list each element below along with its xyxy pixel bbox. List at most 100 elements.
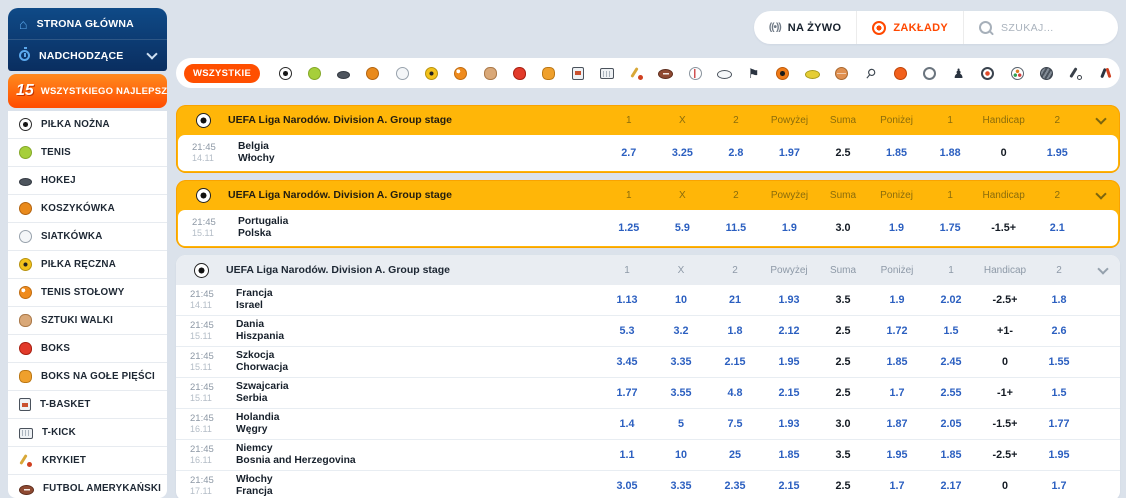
filter-darts-button[interactable] bbox=[979, 64, 997, 82]
odds-button[interactable]: -1+ bbox=[978, 387, 1032, 399]
sidebar-item-boks[interactable]: BOKS bbox=[8, 335, 167, 363]
sidebar-item-krykiet[interactable]: KRYKIET bbox=[8, 447, 167, 475]
filter-chess-button[interactable] bbox=[950, 64, 968, 82]
odds-button[interactable]: 2.5 bbox=[816, 356, 870, 368]
filter-cricket-button[interactable] bbox=[628, 64, 646, 82]
odds-button[interactable]: 10 bbox=[654, 294, 708, 306]
odds-button[interactable]: 3.45 bbox=[600, 356, 654, 368]
odds-button[interactable]: 3.35 bbox=[654, 356, 708, 368]
odds-button[interactable]: 11.5 bbox=[709, 222, 763, 234]
filter-dark-ball-button[interactable] bbox=[1037, 64, 1055, 82]
filter-volleyball-button[interactable] bbox=[393, 64, 411, 82]
odds-button[interactable]: 2.55 bbox=[924, 387, 978, 399]
odds-button[interactable]: 2.1 bbox=[1030, 222, 1084, 234]
sidebar-item-upcoming[interactable]: NADCHODZĄCE bbox=[8, 39, 167, 71]
sidebar-item-home[interactable]: ⌂ STRONA GŁÓWNA bbox=[8, 8, 167, 39]
filter-boxing-button[interactable] bbox=[510, 64, 528, 82]
odds-button[interactable]: 3.25 bbox=[656, 147, 710, 159]
odds-button[interactable]: 1.7 bbox=[870, 480, 924, 492]
sidebar-item-sztuki-walki[interactable]: SZTUKI WALKI bbox=[8, 307, 167, 335]
odds-button[interactable]: 5.9 bbox=[656, 222, 710, 234]
odds-button[interactable]: 1.8 bbox=[1032, 294, 1086, 306]
sidebar-item-pilka-reczna[interactable]: PIŁKA RĘCZNA bbox=[8, 251, 167, 279]
odds-button[interactable]: 2.05 bbox=[924, 418, 978, 430]
match-teams[interactable]: Dania Hiszpania bbox=[226, 319, 600, 344]
odds-button[interactable]: 1.75 bbox=[923, 222, 977, 234]
odds-button[interactable]: 0 bbox=[977, 147, 1031, 159]
filter-ring-button[interactable] bbox=[920, 64, 938, 82]
filter-badminton-button[interactable] bbox=[862, 64, 880, 82]
filter-baseball-button[interactable] bbox=[686, 64, 704, 82]
odds-button[interactable]: 2.45 bbox=[924, 356, 978, 368]
card-collapse-button[interactable] bbox=[1086, 262, 1120, 275]
odds-button[interactable]: 21 bbox=[708, 294, 762, 306]
match-teams[interactable]: Holandia Węgry bbox=[226, 412, 600, 437]
odds-button[interactable]: 1.87 bbox=[870, 418, 924, 430]
live-button[interactable]: ((•)) NA ŻYWO bbox=[754, 11, 856, 44]
odds-button[interactable]: 1.97 bbox=[763, 147, 817, 159]
odds-button[interactable]: 25 bbox=[708, 449, 762, 461]
odds-button[interactable]: +1- bbox=[978, 325, 1032, 337]
filter-american-football-button[interactable] bbox=[657, 64, 675, 82]
odds-button[interactable]: 1.95 bbox=[1030, 147, 1084, 159]
sidebar-item-koszykowka[interactable]: KOSZYKÓWKA bbox=[8, 195, 167, 223]
odds-button[interactable]: 1.7 bbox=[1032, 480, 1086, 492]
odds-button[interactable]: 7.5 bbox=[708, 418, 762, 430]
filter-t-kick-button[interactable] bbox=[598, 64, 616, 82]
odds-button[interactable]: 3.2 bbox=[654, 325, 708, 337]
filter-puck-button[interactable] bbox=[335, 64, 353, 82]
filter-carom-button[interactable] bbox=[1008, 64, 1026, 82]
odds-button[interactable]: 2.17 bbox=[924, 480, 978, 492]
match-row[interactable]: 21:45 15.11 Dania Hiszpania 5.3 3.2 1.8 2.12 2.5… bbox=[176, 315, 1120, 346]
odds-button[interactable]: 1.95 bbox=[762, 356, 816, 368]
odds-button[interactable]: 2.7 bbox=[602, 147, 656, 159]
odds-button[interactable]: 1.5 bbox=[924, 325, 978, 337]
odds-button[interactable]: 1.5 bbox=[1032, 387, 1086, 399]
sidebar-item-futbol-amerykanski[interactable]: FUTBOL AMERYKAŃSKI bbox=[8, 475, 167, 498]
odds-button[interactable]: 3.05 bbox=[600, 480, 654, 492]
match-teams[interactable]: Portugalia Polska bbox=[228, 216, 602, 241]
odds-button[interactable]: 1.93 bbox=[762, 418, 816, 430]
odds-button[interactable]: 1.85 bbox=[870, 147, 924, 159]
filter-tennis-button[interactable] bbox=[305, 64, 323, 82]
sidebar-item-siatkowka[interactable]: SIATKÓWKA bbox=[8, 223, 167, 251]
sidebar-item-boks-na-gole-piesci[interactable]: BOKS NA GOŁE PIĘŚCI bbox=[8, 363, 167, 391]
filter-rugby-button[interactable] bbox=[715, 64, 733, 82]
sidebar-item-pilka-nozna[interactable]: PIŁKA NOŻNA bbox=[8, 111, 167, 139]
odds-button[interactable]: 3.5 bbox=[816, 449, 870, 461]
match-teams[interactable]: Szkocja Chorwacja bbox=[226, 350, 600, 375]
sidebar-item-best-of-all[interactable]: 15 WSZYSTKIEGO NAJLEPSZE bbox=[8, 74, 167, 108]
odds-button[interactable]: 2.02 bbox=[924, 294, 978, 306]
filter-athletics-button[interactable] bbox=[1096, 64, 1114, 82]
odds-button[interactable]: 2.5 bbox=[816, 480, 870, 492]
odds-button[interactable]: 2.6 bbox=[1032, 325, 1086, 337]
match-teams[interactable]: Francja Israel bbox=[226, 288, 600, 313]
odds-button[interactable]: 1.85 bbox=[870, 356, 924, 368]
odds-button[interactable]: -2.5+ bbox=[978, 449, 1032, 461]
odds-button[interactable]: -1.5+ bbox=[977, 222, 1031, 234]
filter-all-button[interactable]: WSZYSTKIE bbox=[184, 63, 261, 83]
match-row[interactable]: 21:45 16.11 Holandia Węgry 1.4 5 7.5 1.93 3.0 1.8… bbox=[176, 408, 1120, 439]
card-collapse-button[interactable] bbox=[1084, 187, 1118, 200]
odds-button[interactable]: 2.15 bbox=[708, 356, 762, 368]
match-row[interactable]: 21:45 15.11 Portugalia Polska 1.25 5.9 11.5 1.9… bbox=[178, 210, 1118, 246]
odds-button[interactable]: 3.5 bbox=[816, 294, 870, 306]
filter-basketball-button[interactable] bbox=[364, 64, 382, 82]
odds-button[interactable]: 1.72 bbox=[870, 325, 924, 337]
match-row[interactable]: 21:45 14.11 Francja Israel 1.13 10 21 1.93 3.5 1.… bbox=[176, 285, 1120, 315]
match-row[interactable]: 21:45 14.11 Belgia Włochy 2.7 3.25 2.8 1.97 2.5 1… bbox=[178, 135, 1118, 171]
odds-button[interactable]: 1.13 bbox=[600, 294, 654, 306]
odds-button[interactable]: 0 bbox=[978, 356, 1032, 368]
odds-button[interactable]: 1.77 bbox=[600, 387, 654, 399]
odds-button[interactable]: 1.95 bbox=[1032, 449, 1086, 461]
filter-soccer-button[interactable] bbox=[276, 64, 294, 82]
match-row[interactable]: 21:45 16.11 Niemcy Bosnia and Herzegovina 1.… bbox=[176, 439, 1120, 470]
filter-streetball-button[interactable] bbox=[832, 64, 850, 82]
filter-bare-knuckle-button[interactable] bbox=[540, 64, 558, 82]
match-teams[interactable]: Szwajcaria Serbia bbox=[226, 381, 600, 406]
match-row[interactable]: 21:45 15.11 Szwajcaria Serbia 1.77 3.55 4.8 2.1… bbox=[176, 377, 1120, 408]
odds-button[interactable]: 3.35 bbox=[654, 480, 708, 492]
odds-button[interactable]: 1.4 bbox=[600, 418, 654, 430]
odds-button[interactable]: 0 bbox=[978, 480, 1032, 492]
match-teams[interactable]: Belgia Włochy bbox=[228, 141, 602, 166]
